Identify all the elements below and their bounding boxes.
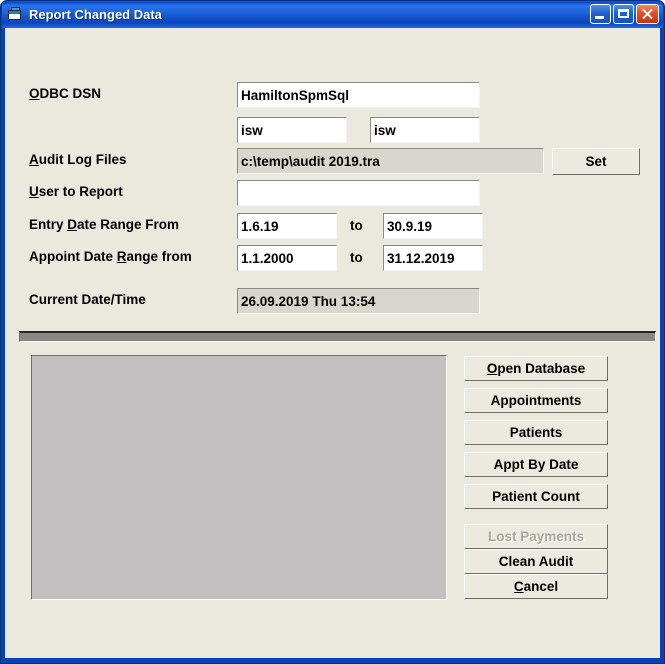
appt-by-date-button[interactable]: Appt By Date xyxy=(464,452,608,477)
label-appoint-date-to-separator: to xyxy=(350,250,363,265)
horizontal-separator xyxy=(19,331,656,342)
current-date-time-display: 26.09.2019 Thu 13:54 xyxy=(237,288,480,314)
open-database-button[interactable]: Open Database xyxy=(464,356,608,381)
odbc-dsn-input[interactable]: HamiltonSpmSql xyxy=(237,82,480,108)
minimize-icon xyxy=(595,16,604,19)
title-bar-buttons xyxy=(590,4,659,24)
entry-date-from-input[interactable]: 1.6.19 xyxy=(237,213,337,239)
form-window-icon xyxy=(8,7,24,22)
label-appoint-date-range: Appoint Date Range from xyxy=(29,249,192,264)
entry-date-to-input[interactable]: 30.9.19 xyxy=(383,213,483,239)
label-entry-date-to-separator: to xyxy=(350,218,363,233)
db-user-input[interactable]: isw xyxy=(237,117,347,143)
results-listbox[interactable] xyxy=(31,355,447,600)
title-bar[interactable]: Report Changed Data xyxy=(2,1,663,28)
label-entry-date-range: Entry Date Range From xyxy=(29,217,180,232)
set-audit-log-path-button[interactable]: Set xyxy=(552,148,640,175)
label-user-to-report: User to Report xyxy=(29,184,123,199)
patients-button[interactable]: Patients xyxy=(464,420,608,445)
maximize-icon xyxy=(618,9,629,18)
audit-log-files-input[interactable]: c:\temp\audit 2019.tra xyxy=(237,148,544,174)
user-to-report-input[interactable] xyxy=(237,180,480,206)
close-button[interactable] xyxy=(636,4,659,24)
minimize-button[interactable] xyxy=(590,4,611,24)
appointments-button[interactable]: Appointments xyxy=(464,388,608,413)
db-password-input[interactable]: isw xyxy=(370,117,480,143)
cancel-button[interactable]: Cancel xyxy=(464,574,608,599)
application-window: Report Changed Data ODBC DSN HamiltonSpm… xyxy=(0,0,665,664)
appoint-date-to-input[interactable]: 31.12.2019 xyxy=(383,245,483,271)
maximize-button[interactable] xyxy=(613,4,634,24)
form-client-area: ODBC DSN HamiltonSpmSql isw isw Audit Lo… xyxy=(5,28,660,658)
label-odbc-dsn: ODBC DSN xyxy=(29,86,102,101)
label-audit-log-files: Audit Log Files xyxy=(29,152,127,167)
patient-count-button[interactable]: Patient Count xyxy=(464,484,608,509)
window-title: Report Changed Data xyxy=(29,7,162,22)
clean-audit-button[interactable]: Clean Audit xyxy=(464,549,608,574)
label-current-date-time: Current Date/Time xyxy=(29,292,146,307)
appoint-date-from-input[interactable]: 1.1.2000 xyxy=(237,245,337,271)
lost-payments-button: Lost Payments xyxy=(464,524,608,549)
